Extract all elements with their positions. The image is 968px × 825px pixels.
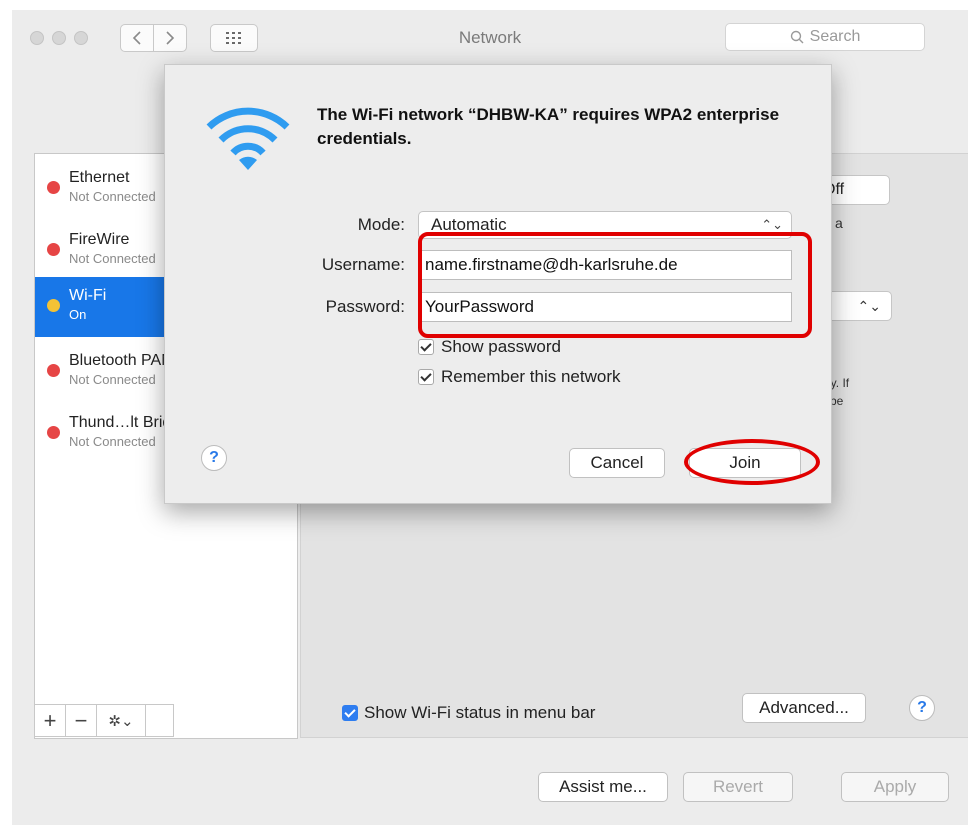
search-field[interactable]: Search — [725, 23, 925, 51]
title-bar: Network Search — [12, 10, 968, 68]
cancel-button[interactable]: Cancel — [569, 448, 665, 478]
search-placeholder: Search — [809, 28, 861, 45]
show-password-checkbox[interactable]: Show password — [418, 337, 561, 357]
dialog-title: The Wi-Fi network “DHBW-KA” requires WPA… — [317, 105, 780, 148]
wifi-icon — [206, 107, 290, 170]
add-service-button[interactable]: + — [35, 705, 66, 736]
service-list-controls: + − ✲⌄ — [34, 704, 174, 737]
show-password-label: Show password — [441, 337, 562, 356]
status-dot-red — [47, 181, 60, 194]
checkbox-checked[interactable] — [418, 369, 434, 385]
status-dot-red — [47, 364, 60, 377]
service-status: Not Connected — [69, 189, 156, 204]
password-label: Password: — [325, 297, 405, 316]
status-dot-yellow — [47, 299, 60, 312]
network-preferences-window: Network Search Ethernet Not Connected Fi… — [12, 10, 968, 825]
remember-network-label: Remember this network — [441, 367, 621, 386]
mode-label: Mode: — [357, 215, 405, 234]
checkbox-checked[interactable] — [342, 705, 358, 721]
show-wifi-status-label: Show Wi-Fi status in menu bar — [364, 703, 596, 722]
remove-service-button[interactable]: − — [66, 705, 97, 736]
join-highlight — [684, 439, 820, 485]
assist-me-button[interactable]: Assist me... — [538, 772, 668, 802]
remember-network-checkbox[interactable]: Remember this network — [418, 367, 621, 387]
search-icon — [790, 30, 804, 44]
apply-button[interactable]: Apply — [841, 772, 949, 802]
service-status: Not Connected — [69, 434, 156, 449]
service-name: Bluetooth PAN — [69, 352, 173, 369]
chevron-updown-icon: ⌃⌄ — [857, 298, 881, 314]
service-name: FireWire — [69, 231, 130, 248]
help-button[interactable]: ? — [909, 695, 935, 721]
checkbox-checked[interactable] — [418, 339, 434, 355]
status-dot-red — [47, 426, 60, 439]
revert-button[interactable]: Revert — [683, 772, 793, 802]
service-name: Ethernet — [69, 169, 130, 186]
advanced-button[interactable]: Advanced... — [742, 693, 866, 723]
service-name: Wi-Fi — [69, 287, 107, 304]
service-status: Not Connected — [69, 251, 156, 266]
gear-menu-button[interactable]: ✲⌄ — [97, 705, 146, 736]
status-dot-red — [47, 243, 60, 256]
credentials-highlight — [418, 232, 812, 338]
username-label: Username: — [321, 255, 405, 274]
service-status: On — [69, 307, 87, 322]
service-status: Not Connected — [69, 372, 156, 387]
show-wifi-status-checkbox[interactable]: Show Wi-Fi status in menu bar — [342, 703, 595, 723]
dialog-help-button[interactable]: ? — [201, 445, 227, 471]
